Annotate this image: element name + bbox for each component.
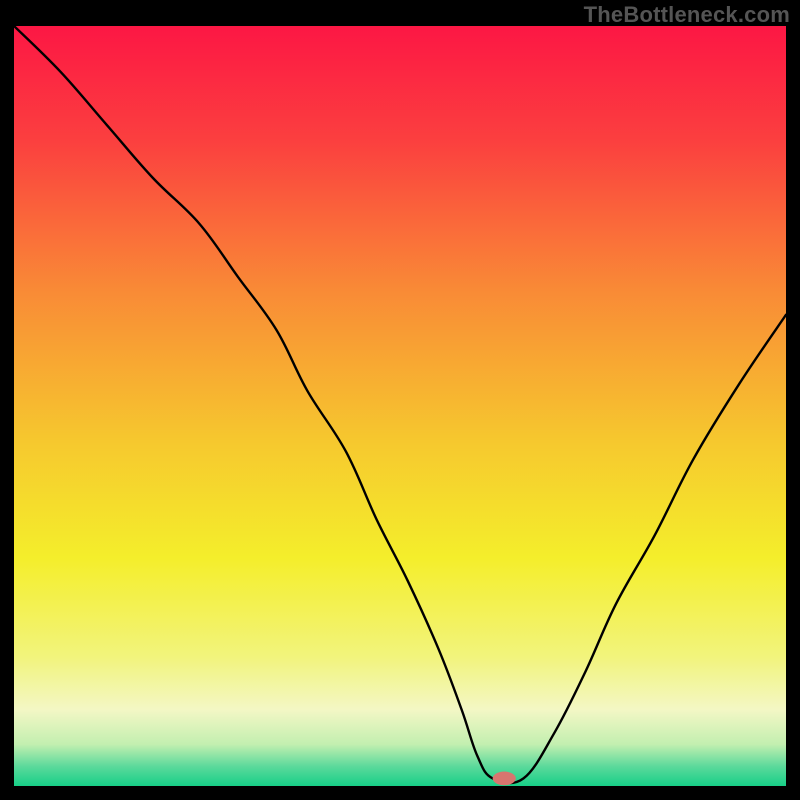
gradient-background: [14, 26, 786, 786]
chart-container: TheBottleneck.com: [0, 0, 800, 800]
watermark-text: TheBottleneck.com: [584, 2, 790, 28]
chart-svg: [14, 26, 786, 786]
plot-area: [14, 26, 786, 786]
optimal-point-marker: [493, 772, 516, 786]
